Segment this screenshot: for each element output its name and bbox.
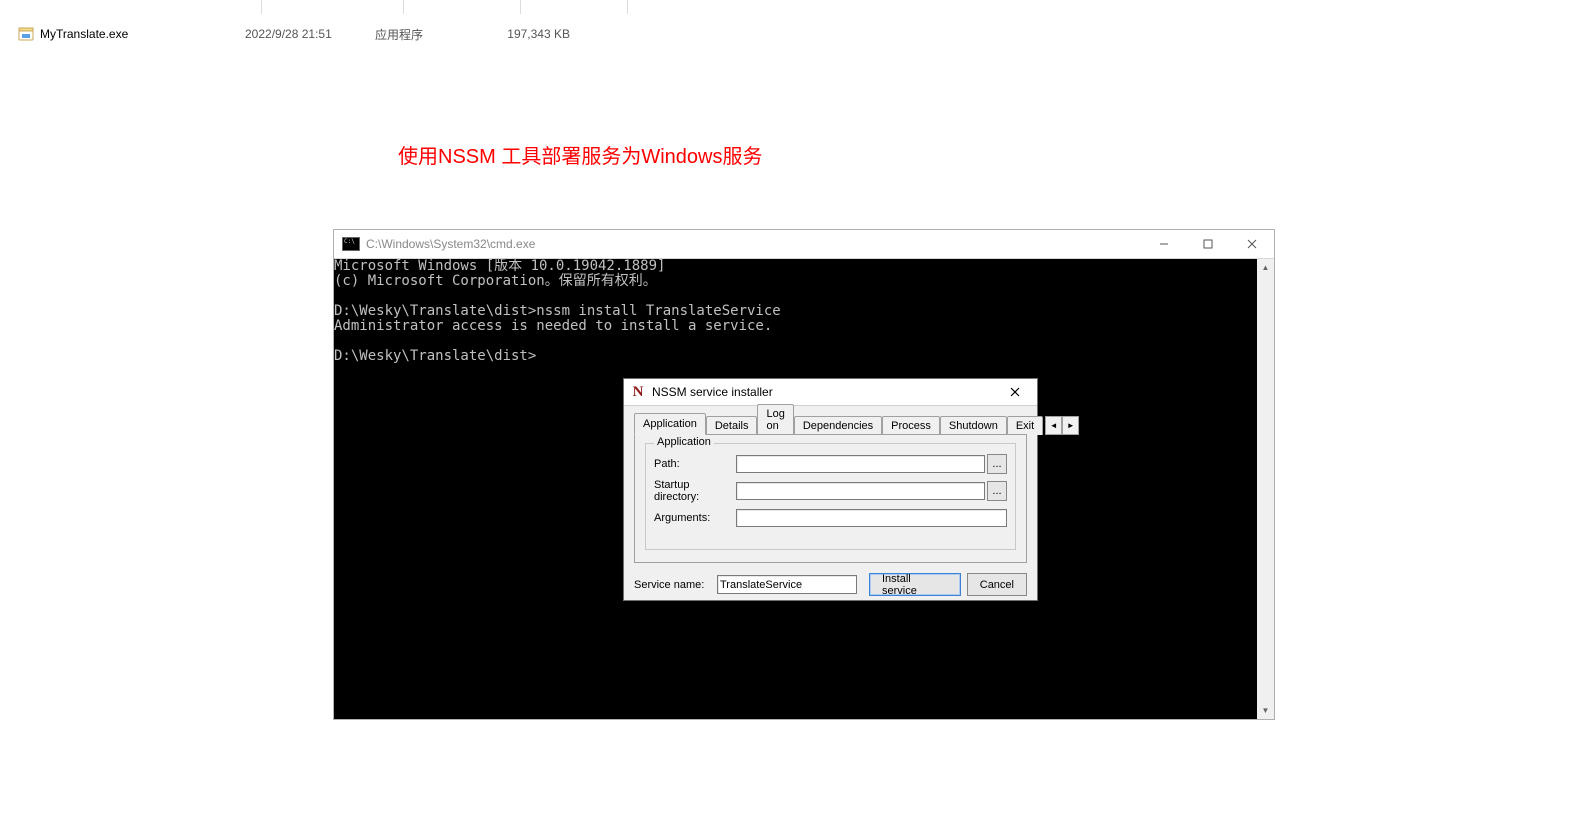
tab-panel: Application Path: ... Startup directory:… bbox=[634, 434, 1027, 563]
service-name-input[interactable] bbox=[717, 575, 857, 594]
startup-dir-browse-button[interactable]: ... bbox=[987, 481, 1007, 501]
cmd-scrollbar[interactable]: ▲ ▼ bbox=[1257, 259, 1274, 719]
nssm-dialog: N NSSM service installer Application Det… bbox=[623, 378, 1038, 601]
arguments-input[interactable] bbox=[736, 509, 1007, 527]
minimize-button[interactable] bbox=[1142, 230, 1186, 258]
startup-dir-input[interactable] bbox=[736, 482, 985, 500]
file-name: MyTranslate.exe bbox=[40, 27, 128, 41]
scroll-up-icon[interactable]: ▲ bbox=[1257, 259, 1274, 276]
close-button[interactable] bbox=[1230, 230, 1274, 258]
service-name-label: Service name: bbox=[634, 579, 711, 591]
path-input[interactable] bbox=[736, 455, 985, 473]
install-service-button[interactable]: Install service bbox=[869, 573, 961, 596]
tab-application[interactable]: Application bbox=[634, 413, 706, 435]
cancel-button[interactable]: Cancel bbox=[967, 573, 1027, 596]
annotation-text: 使用NSSM 工具部署服务为Windows服务 bbox=[398, 140, 762, 169]
cmd-title: C:\Windows\System32\cmd.exe bbox=[366, 237, 1142, 251]
file-date: 2022/9/28 21:51 bbox=[245, 27, 375, 41]
tab-shutdown[interactable]: Shutdown bbox=[940, 416, 1007, 435]
path-browse-button[interactable]: ... bbox=[987, 454, 1007, 474]
cmd-icon bbox=[342, 237, 360, 251]
nssm-close-button[interactable] bbox=[993, 379, 1037, 405]
tab-strip: Application Details Log on Dependencies … bbox=[634, 412, 1027, 434]
exe-file-icon bbox=[18, 26, 34, 42]
nssm-titlebar[interactable]: N NSSM service installer bbox=[624, 379, 1037, 406]
tab-logon[interactable]: Log on bbox=[757, 404, 793, 435]
tab-scroll-left-button[interactable]: ◄ bbox=[1045, 416, 1062, 435]
path-label: Path: bbox=[654, 458, 736, 470]
maximize-button[interactable] bbox=[1186, 230, 1230, 258]
groupbox-label: Application bbox=[654, 436, 714, 448]
nssm-icon: N bbox=[630, 384, 646, 400]
cmd-titlebar[interactable]: C:\Windows\System32\cmd.exe bbox=[334, 230, 1274, 259]
file-row[interactable]: MyTranslate.exe 2022/9/28 21:51 应用程序 197… bbox=[0, 22, 1594, 46]
scroll-down-icon[interactable]: ▼ bbox=[1257, 702, 1274, 719]
explorer-header bbox=[0, 0, 1594, 14]
tab-dependencies[interactable]: Dependencies bbox=[794, 416, 882, 435]
arguments-label: Arguments: bbox=[654, 512, 736, 524]
tab-scroll-right-button[interactable]: ► bbox=[1062, 416, 1079, 435]
startup-dir-label: Startup directory: bbox=[654, 479, 736, 503]
file-size: 197,343 KB bbox=[480, 27, 570, 41]
explorer-area: MyTranslate.exe 2022/9/28 21:51 应用程序 197… bbox=[0, 0, 1594, 46]
tab-details[interactable]: Details bbox=[706, 416, 758, 435]
file-type: 应用程序 bbox=[375, 26, 480, 43]
application-groupbox: Application Path: ... Startup directory:… bbox=[645, 443, 1016, 550]
tab-exit[interactable]: Exit bbox=[1007, 416, 1043, 435]
nssm-title: NSSM service installer bbox=[652, 385, 993, 399]
tab-process[interactable]: Process bbox=[882, 416, 940, 435]
